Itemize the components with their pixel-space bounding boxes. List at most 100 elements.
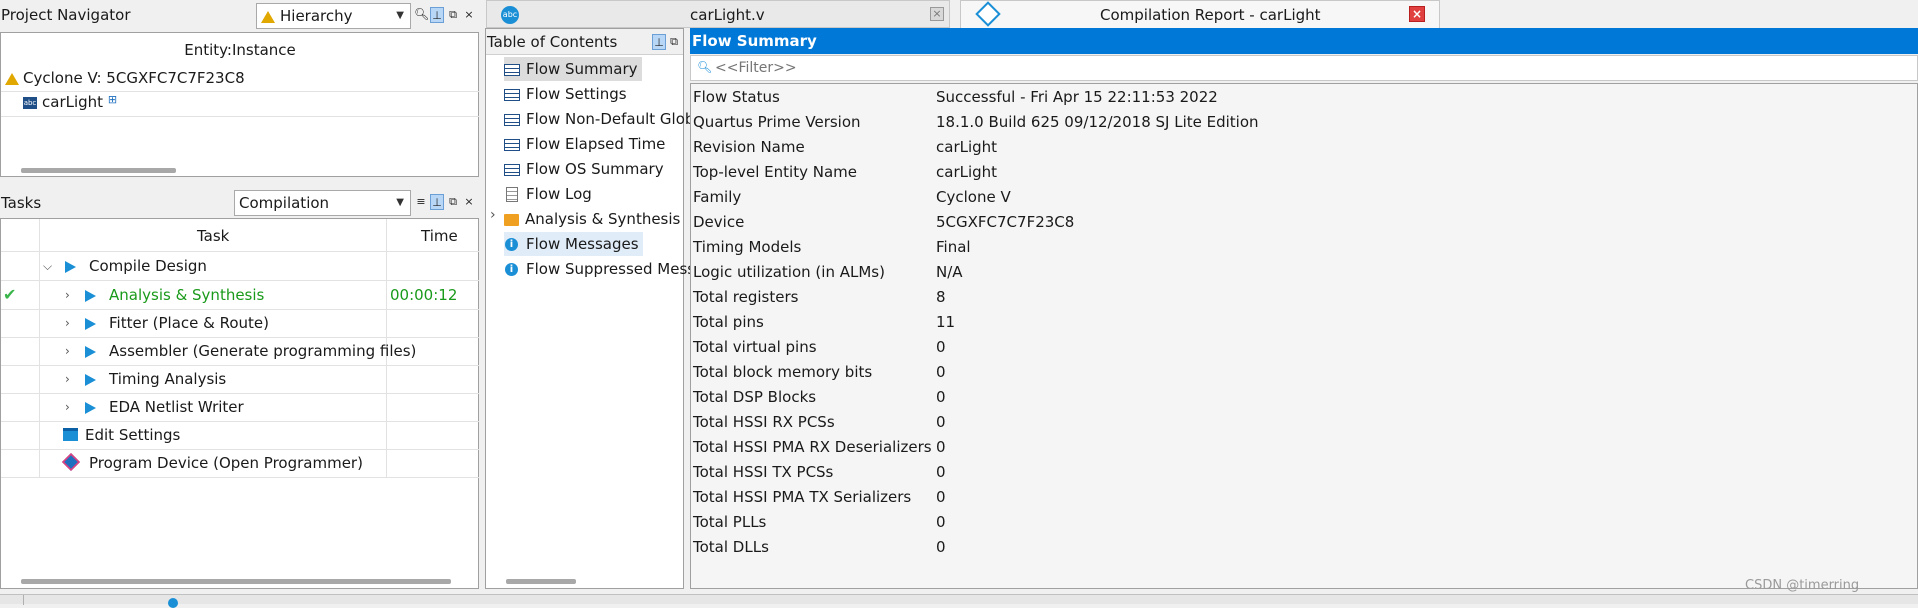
table-icon <box>504 113 520 126</box>
play-icon[interactable] <box>85 309 96 337</box>
flow-select[interactable]: Compilation ▼ <box>234 190 411 216</box>
float-window-icon[interactable]: ⧉ <box>667 34 681 50</box>
task-row-program-device[interactable]: Program Device (Open Programmer) <box>1 449 479 477</box>
task-row-compile-design[interactable]: ⌵ Compile Design <box>1 252 479 280</box>
time-column-header[interactable]: Time <box>421 227 458 245</box>
play-icon[interactable] <box>85 365 96 393</box>
task-row-fitter[interactable]: › Fitter (Place & Route) <box>1 309 479 337</box>
programmer-icon <box>61 452 81 472</box>
toc-item-flow-non-default[interactable]: Flow Non-Default Glob <box>504 107 694 131</box>
device-label: Cyclone V: 5CGXFC7C7F23C8 <box>23 69 245 87</box>
summary-title: Flow Summary <box>692 32 817 50</box>
horizontal-scrollbar[interactable] <box>21 579 451 584</box>
summary-row: Total DLLs 0 <box>693 538 946 556</box>
play-icon[interactable] <box>85 281 96 309</box>
chevron-down-icon: ▼ <box>396 10 404 21</box>
device-tree-item[interactable]: Cyclone V: 5CGXFC7C7F23C8 <box>5 69 245 87</box>
project-navigator-panel: Entity:Instance Cyclone V: 5CGXFC7C7F23C… <box>0 32 479 177</box>
toc-item-flow-messages[interactable]: i Flow Messages <box>504 232 643 256</box>
task-label: Program Device (Open Programmer) <box>89 454 363 472</box>
toc-item-flow-elapsed-time[interactable]: Flow Elapsed Time <box>504 132 665 156</box>
float-window-icon[interactable]: ⧉ <box>446 7 460 23</box>
horizontal-scrollbar[interactable] <box>21 168 176 173</box>
close-icon[interactable]: × <box>462 194 476 210</box>
toc-item-analysis-synthesis[interactable]: Analysis & Synthesis <box>504 207 680 231</box>
tasks-header: Tasks Compilation ▼ ≡ ⊥ ⧉ × <box>0 188 480 218</box>
pin-icon[interactable]: ⊥ <box>430 194 444 210</box>
chevron-right-icon[interactable]: › <box>65 281 70 309</box>
toc-item-flow-suppressed-messages[interactable]: i Flow Suppressed Mess <box>504 257 695 281</box>
summary-row: Total pins 11 <box>693 313 956 331</box>
chevron-right-icon[interactable]: › <box>490 207 496 223</box>
entity-column-header[interactable]: Entity:Instance <box>1 41 479 59</box>
search-icon[interactable]: 🔍︎ <box>414 7 429 21</box>
play-icon[interactable] <box>85 337 96 365</box>
folder-icon <box>504 213 519 226</box>
menu-lines-icon[interactable]: ≡ <box>414 194 428 210</box>
chevron-down-icon[interactable]: ⌵ <box>43 252 52 280</box>
summary-row: Quartus Prime Version 18.1.0 Build 625 09… <box>693 113 1259 131</box>
document-icon <box>506 187 518 202</box>
horizontal-scrollbar[interactable] <box>506 579 576 584</box>
info-icon: i <box>505 263 518 276</box>
checkmark-icon: ✔ <box>3 285 17 304</box>
task-column-header[interactable]: Task <box>197 227 229 245</box>
chevron-right-icon[interactable]: › <box>65 309 70 337</box>
task-time: 00:00:12 <box>390 286 458 304</box>
pin-icon[interactable]: ⊥ <box>430 7 444 23</box>
toc-item-flow-os-summary[interactable]: Flow OS Summary <box>504 157 664 181</box>
chevron-right-icon[interactable]: › <box>65 365 70 393</box>
toc-item-flow-summary[interactable]: Flow Summary <box>504 57 642 81</box>
chevron-right-icon[interactable]: › <box>65 393 70 421</box>
navigator-view-value: Hierarchy <box>280 7 353 25</box>
task-row-eda-netlist-writer[interactable]: › EDA Netlist Writer <box>1 393 479 421</box>
report-tab-compilation[interactable]: Compilation Report - carLight × <box>960 0 1440 28</box>
task-label: EDA Netlist Writer <box>109 398 244 416</box>
device-warning-icon <box>5 72 19 85</box>
summary-row: Top-level Entity Name carLight <box>693 163 998 181</box>
play-icon[interactable] <box>85 393 96 421</box>
play-icon[interactable] <box>65 252 76 280</box>
summary-row: Total DSP Blocks 0 <box>693 388 946 406</box>
chevron-right-icon[interactable]: › <box>65 337 70 365</box>
summary-row: Total HSSI PMA TX Serializers 0 <box>693 488 946 506</box>
toc-item-flow-log[interactable]: Flow Log <box>504 182 592 206</box>
summary-row: Logic utilization (in ALMs) N/A <box>693 263 963 281</box>
task-row-edit-settings[interactable]: Edit Settings <box>1 421 479 449</box>
project-navigator-header: Project Navigator Hierarchy ▼ 🔍︎ ⊥ ⧉ × <box>0 0 480 32</box>
task-label: Compile Design <box>89 257 207 275</box>
hierarchy-entity-icon: ⊞ <box>107 93 118 106</box>
table-icon <box>504 63 520 76</box>
task-label: Edit Settings <box>85 426 181 444</box>
pin-icon[interactable]: ⊥ <box>652 34 666 50</box>
summary-row: Revision Name carLight <box>693 138 998 156</box>
toc-item-flow-settings[interactable]: Flow Settings <box>504 82 627 106</box>
report-icon <box>975 1 1001 27</box>
info-icon: i <box>505 238 518 251</box>
filter-input[interactable] <box>713 57 1413 79</box>
chevron-down-icon: ▼ <box>396 197 404 208</box>
report-tab-label: Compilation Report - carLight <box>1100 6 1321 24</box>
close-icon[interactable]: × <box>930 7 944 21</box>
summary-row: Device 5CGXFC7C7F23C8 <box>693 213 1075 231</box>
summary-row: Total HSSI TX PCSs 0 <box>693 463 946 481</box>
top-entity-tree-item[interactable]: abc carLight ⊞ <box>23 93 117 111</box>
file-tab-carlight-v[interactable]: abc carLight.v × <box>486 0 950 28</box>
summary-row: Total HSSI RX PCSs 0 <box>693 413 946 431</box>
task-row-analysis-synthesis[interactable]: ✔ › Analysis & Synthesis 00:00:12 <box>1 281 479 309</box>
summary-title-bar: Flow Summary <box>690 28 1918 54</box>
float-window-icon[interactable]: ⧉ <box>446 194 460 210</box>
navigator-view-select[interactable]: Hierarchy ▼ <box>256 3 411 29</box>
summary-row: Total virtual pins 0 <box>693 338 946 356</box>
toc-panel: Table of Contents ⊥ ⧉ Flow Summary Flow … <box>485 28 695 589</box>
summary-row: Timing Models Final <box>693 238 971 256</box>
tasks-panel: Task Time ⌵ Compile Design ✔ › Analysis … <box>0 218 479 589</box>
task-row-timing-analysis[interactable]: › Timing Analysis <box>1 365 479 393</box>
file-tab-label: carLight.v <box>690 6 765 24</box>
close-icon[interactable]: × <box>1409 6 1425 22</box>
summary-row: Total HSSI PMA RX Deserializers 0 <box>693 438 946 456</box>
summary-row: Family Cyclone V <box>693 188 1011 206</box>
summary-row: Total block memory bits 0 <box>693 363 946 381</box>
close-icon[interactable]: × <box>462 7 476 23</box>
task-row-assembler[interactable]: › Assembler (Generate programming files) <box>1 337 479 365</box>
